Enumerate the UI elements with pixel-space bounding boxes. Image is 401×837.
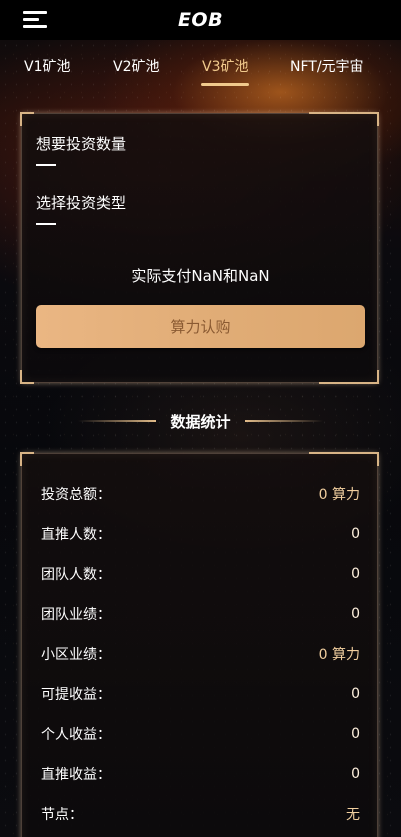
stat-label: 团队业绩： — [41, 607, 111, 623]
tab-v1-pool[interactable]: V1矿池 — [24, 56, 70, 76]
card-corner-decoration — [319, 370, 379, 384]
investment-type-select[interactable] — [36, 214, 356, 230]
tab-label: NFT/元宇宙 — [290, 59, 364, 75]
stat-value: 0 — [351, 766, 360, 782]
stat-label: 团队人数： — [41, 567, 111, 583]
card-corner-decoration — [309, 112, 379, 126]
stat-row-node: 节点： 无 — [41, 804, 360, 824]
stat-value: 0 — [351, 526, 360, 542]
stats-card: 投资总额： 0 算力 直推人数： 0 团队人数： 0 团队业绩： 0 小区业绩：… — [20, 452, 379, 837]
stat-label: 小区业绩： — [41, 647, 111, 663]
stat-row-withdrawable-earnings: 可提收益： 0 — [41, 684, 360, 704]
investment-type-field: 选择投资类型 — [36, 192, 356, 230]
stat-row-total-investment: 投资总额： 0 算力 — [41, 484, 360, 504]
stat-label: 投资总额： — [41, 487, 111, 503]
card-corner-decoration — [20, 452, 34, 466]
pool-tabs: V1矿池 V2矿池 V3矿池 NFT/元宇宙 — [0, 40, 401, 90]
stat-value: 0 — [351, 566, 360, 582]
invest-card: 想要投资数量 选择投资类型 实际支付NaN和NaN 算力认购 — [20, 112, 379, 384]
stat-value: 0 — [351, 686, 360, 702]
stat-label: 直推人数： — [41, 527, 111, 543]
investment-quantity-field: 想要投资数量 — [36, 133, 356, 171]
stat-value: 0 算力 — [318, 647, 360, 663]
stat-label: 直推收益： — [41, 767, 111, 783]
investment-type-label: 选择投资类型 — [36, 194, 127, 212]
app-header: EOB — [0, 0, 401, 40]
divider-line — [78, 420, 157, 422]
stat-row-direct-referrals: 直推人数： 0 — [41, 524, 360, 544]
stat-value: 0 — [351, 606, 360, 622]
divider-line — [244, 420, 323, 422]
investment-quantity-label: 想要投资数量 — [36, 135, 127, 153]
tab-label: V1矿池 — [24, 59, 71, 75]
stat-row-small-zone-performance: 小区业绩： 0 算力 — [41, 644, 360, 664]
active-tab-indicator — [201, 83, 250, 86]
stat-value: 无 — [346, 807, 360, 823]
hashpower-subscribe-button[interactable]: 算力认购 — [36, 305, 365, 348]
card-corner-decoration — [20, 370, 34, 384]
stat-row-team-size: 团队人数： 0 — [41, 564, 360, 584]
stat-row-direct-referral-earnings: 直推收益： 0 — [41, 764, 360, 784]
tab-label: V3矿池 — [202, 59, 249, 75]
stats-section-title: 数据统计 — [170, 412, 231, 431]
hamburger-menu-icon[interactable] — [23, 10, 47, 30]
stat-row-personal-earnings: 个人收益： 0 — [41, 724, 360, 744]
stat-row-team-performance: 团队业绩： 0 — [41, 604, 360, 624]
stat-label: 可提收益： — [41, 687, 111, 703]
tab-v3-pool[interactable]: V3矿池 — [201, 56, 250, 86]
card-corner-decoration — [20, 112, 34, 126]
stat-value: 0 算力 — [318, 487, 360, 503]
input-cursor-line — [36, 223, 56, 225]
card-corner-decoration — [309, 452, 379, 466]
stats-section-header: 数据统计 — [0, 406, 401, 436]
investment-quantity-input[interactable] — [36, 155, 356, 171]
tab-nft-metaverse[interactable]: NFT/元宇宙 — [290, 56, 364, 76]
tab-label: V2矿池 — [113, 59, 160, 75]
app-title: EOB — [177, 9, 224, 31]
stat-label: 节点： — [41, 807, 83, 823]
tab-v2-pool[interactable]: V2矿池 — [113, 56, 159, 76]
actual-payment-text: 实际支付NaN和NaN — [131, 267, 270, 285]
input-cursor-line — [36, 164, 56, 166]
stat-label: 个人收益： — [41, 727, 111, 743]
stat-value: 0 — [351, 726, 360, 742]
